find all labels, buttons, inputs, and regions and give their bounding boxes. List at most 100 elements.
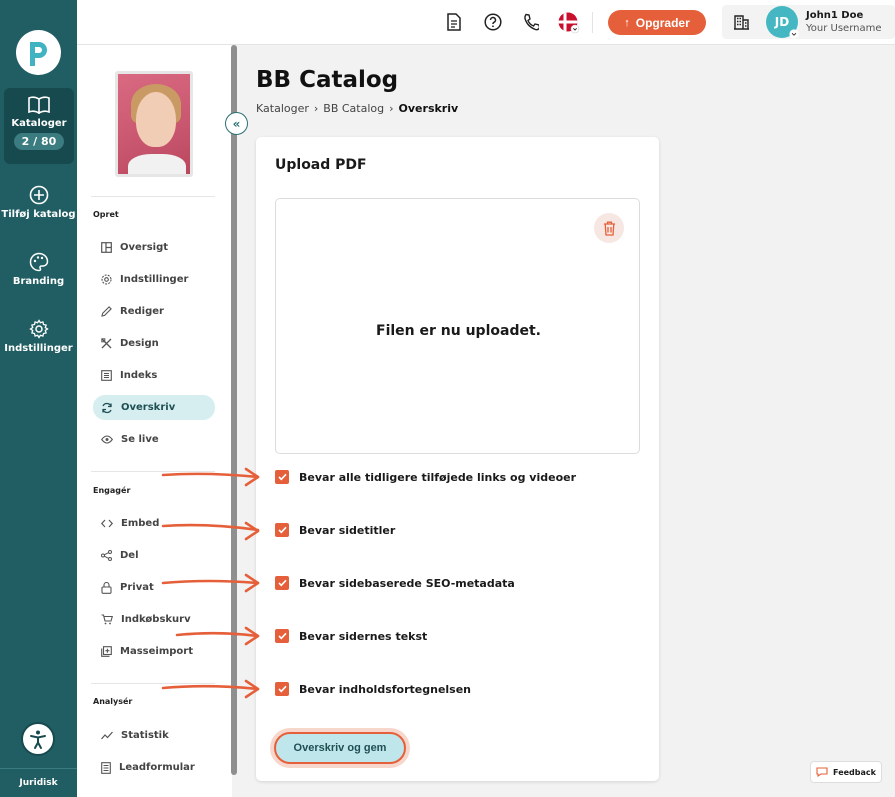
logo-mark xyxy=(29,41,47,66)
app-logo[interactable] xyxy=(16,30,61,75)
palette-icon xyxy=(29,252,48,272)
section-label-analyser: Analysér xyxy=(93,697,133,706)
sidebar-item-indstillinger[interactable]: Indstillinger xyxy=(93,267,215,292)
checkbox-checked[interactable] xyxy=(275,470,289,484)
eye-icon xyxy=(101,435,113,444)
sidebar-item-label: Design xyxy=(120,338,159,349)
trash-icon xyxy=(603,221,615,236)
design-tools-icon xyxy=(101,338,112,349)
rail-item-kataloger[interactable]: Kataloger 2 / 80 xyxy=(4,88,74,164)
sidebar-divider xyxy=(91,683,215,684)
rail-item-label: Branding xyxy=(12,276,65,287)
thumbnail-face-shape xyxy=(136,92,176,147)
sidebar-item-se-live[interactable]: Se live xyxy=(93,427,215,452)
sidebar-item-label: Masseimport xyxy=(120,646,193,657)
sidebar-item-indeks[interactable]: Indeks xyxy=(93,363,215,388)
feedback-button[interactable]: Feedback xyxy=(810,761,882,783)
sidebar-item-label: Privat xyxy=(120,582,154,593)
arrow-up-icon: ↑ xyxy=(624,16,630,29)
rail-item-branding[interactable]: Branding xyxy=(0,252,77,287)
pencil-icon xyxy=(101,306,112,317)
option-keep-page-text[interactable]: Bevar sidernes tekst xyxy=(275,629,427,643)
gear-icon xyxy=(101,274,112,285)
catalog-thumbnail[interactable] xyxy=(115,71,193,177)
sidebar-item-label: Del xyxy=(120,550,139,561)
pdf-dropzone[interactable]: Filen er nu uploadet. xyxy=(275,198,640,454)
upload-card: Upload PDF Filen er nu uploadet. Bevar a… xyxy=(256,137,659,781)
checkbox-checked[interactable] xyxy=(275,523,289,537)
card-title: Upload PDF xyxy=(275,157,367,173)
option-label: Bevar sidetitler xyxy=(299,523,396,537)
breadcrumb-current: Overskriv xyxy=(398,102,459,115)
share-icon xyxy=(101,550,112,561)
rail-item-label: Tilføj katalog xyxy=(1,209,76,220)
option-label: Bevar sidebaserede SEO-metadata xyxy=(299,576,515,590)
user-menu[interactable]: JD John1 Doe Your Username xyxy=(722,5,895,39)
option-keep-seo-metadata[interactable]: Bevar sidebaserede SEO-metadata xyxy=(275,576,515,590)
section-label-opret: Opret xyxy=(93,210,119,219)
sidebar-item-statistik[interactable]: Statistik xyxy=(93,723,215,748)
catalog-sidebar: Opret Oversigt Indstillinger Rediger Des… xyxy=(77,45,232,797)
sidebar-item-embed[interactable]: Embed xyxy=(93,511,215,536)
lock-icon xyxy=(101,581,112,594)
rail-item-add-catalog[interactable]: Tilføj katalog xyxy=(0,185,77,220)
sidebar-item-design[interactable]: Design xyxy=(93,331,215,356)
check-icon xyxy=(277,632,287,640)
option-label: Bevar alle tidligere tilføjede links og … xyxy=(299,470,577,484)
option-label: Bevar indholdsfortegnelsen xyxy=(299,682,472,696)
help-icon[interactable] xyxy=(484,13,502,31)
option-keep-toc[interactable]: Bevar indholdsfortegnelsen xyxy=(275,682,471,696)
delete-file-button[interactable] xyxy=(594,213,624,243)
overwrite-and-save-button[interactable]: Overskriv og gem xyxy=(274,732,406,764)
sidebar-item-label: Leadformular xyxy=(119,762,195,773)
check-icon xyxy=(277,579,287,587)
document-icon[interactable] xyxy=(446,13,462,31)
sidebar-item-overskriv[interactable]: Overskriv xyxy=(93,395,215,420)
accessibility-button[interactable] xyxy=(21,722,55,756)
sidebar-item-del[interactable]: Del xyxy=(93,543,215,568)
sidebar-item-label: Statistik xyxy=(121,730,169,741)
top-header: ↑ Opgrader JD John1 Doe Your Username xyxy=(77,0,895,45)
breadcrumb-item[interactable]: BB Catalog xyxy=(323,102,384,115)
sidebar-item-oversigt[interactable]: Oversigt xyxy=(93,235,215,260)
danish-flag-icon[interactable] xyxy=(558,12,580,34)
checkbox-checked[interactable] xyxy=(275,629,289,643)
check-icon xyxy=(277,473,287,481)
rail-item-settings[interactable]: Indstillinger xyxy=(0,319,77,354)
sidebar-scrollbar[interactable] xyxy=(231,45,237,775)
sidebar-item-indkobskurv[interactable]: Indkøbskurv xyxy=(93,607,215,632)
rail-item-label: Kataloger xyxy=(11,118,67,129)
upload-status-text: Filen er nu uploadet. xyxy=(376,323,541,339)
sidebar-item-privat[interactable]: Privat xyxy=(93,575,215,600)
sidebar-item-rediger[interactable]: Rediger xyxy=(93,299,215,324)
phone-icon[interactable] xyxy=(523,13,539,31)
plus-circle-icon xyxy=(29,185,48,205)
sidebar-item-label: Indstillinger xyxy=(120,274,189,285)
check-icon xyxy=(277,685,287,693)
breadcrumb: Kataloger › BB Catalog › Overskriv xyxy=(256,102,458,115)
accessibility-icon xyxy=(30,730,46,749)
check-icon xyxy=(277,526,287,534)
sidebar-item-masseimport[interactable]: Masseimport xyxy=(93,639,215,664)
option-label: Bevar sidernes tekst xyxy=(299,629,428,643)
gear-icon xyxy=(28,319,49,339)
collapse-sidebar-button[interactable]: « xyxy=(225,112,248,135)
sidebar-divider xyxy=(91,196,215,197)
option-keep-page-titles[interactable]: Bevar sidetitler xyxy=(275,523,395,537)
checkbox-checked[interactable] xyxy=(275,682,289,696)
upgrade-button[interactable]: ↑ Opgrader xyxy=(608,10,706,35)
sidebar-item-leadformular[interactable]: Leadformular xyxy=(93,755,215,780)
sidebar-item-label: Embed xyxy=(121,518,160,529)
chart-line-icon xyxy=(101,731,113,740)
chevron-down-icon xyxy=(789,29,799,39)
checkbox-checked[interactable] xyxy=(275,576,289,590)
sidebar-item-label: Overskriv xyxy=(121,402,176,413)
thumbnail-shirt-shape xyxy=(128,154,186,174)
refresh-icon xyxy=(102,402,112,413)
feedback-icon xyxy=(816,767,828,777)
option-keep-links[interactable]: Bevar alle tidligere tilføjede links og … xyxy=(275,470,576,484)
building-icon[interactable] xyxy=(733,14,750,30)
breadcrumb-item[interactable]: Kataloger xyxy=(256,102,309,115)
legal-link[interactable]: Juridisk xyxy=(0,768,77,797)
save-button-highlight: Overskriv og gem xyxy=(270,728,410,768)
